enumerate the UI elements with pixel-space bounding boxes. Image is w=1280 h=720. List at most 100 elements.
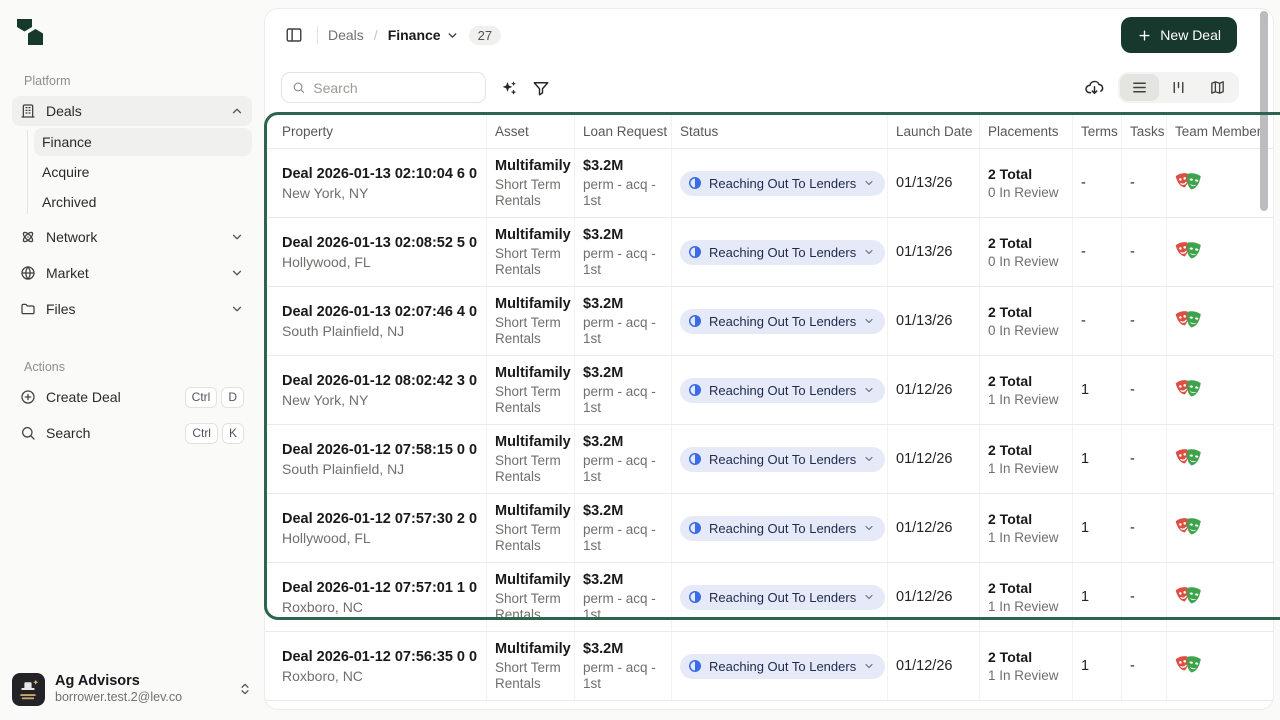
- sidebar-item-deals[interactable]: Deals: [12, 96, 252, 126]
- kanban-view-button[interactable]: [1159, 74, 1198, 101]
- search-box[interactable]: [281, 72, 486, 103]
- status-dropdown[interactable]: Reaching Out To Lenders: [680, 516, 885, 541]
- status-label: Reaching Out To Lenders: [709, 659, 856, 674]
- status-label: Reaching Out To Lenders: [709, 314, 856, 329]
- loan-terms: perm - acq - 1st: [583, 591, 663, 623]
- new-deal-button[interactable]: New Deal: [1121, 17, 1237, 53]
- status-label: Reaching Out To Lenders: [709, 590, 856, 605]
- asset-type: Multifamily: [495, 434, 566, 450]
- sidebar-item-network[interactable]: Network: [12, 222, 252, 252]
- asset-cell: Multifamily Short Term Rentals: [487, 494, 575, 562]
- placements-total: 2 Total: [988, 373, 1064, 389]
- theater-masks-icon: [1175, 516, 1202, 540]
- sidebar-item-label: Network: [46, 229, 97, 245]
- vertical-scrollbar-thumb[interactable]: [1260, 11, 1268, 211]
- status-dropdown[interactable]: Reaching Out To Lenders: [680, 171, 885, 196]
- cloud-download-icon[interactable]: [1085, 78, 1104, 97]
- sparkles-icon[interactable]: [500, 79, 518, 97]
- plus-icon: [1137, 28, 1152, 43]
- status-dropdown[interactable]: Reaching Out To Lenders: [680, 654, 885, 679]
- deal-name: Deal 2026-01-12 07:57:01 1 0: [282, 580, 478, 596]
- account-switcher[interactable]: Ag Advisors borrower.test.2@lev.co: [12, 672, 252, 706]
- search-icon: [20, 425, 36, 441]
- deal-location: Roxboro, NC: [282, 668, 478, 684]
- table-row[interactable]: Deal 2026-01-12 07:57:01 1 0 Roxboro, NC…: [265, 563, 1273, 632]
- launch-date: 01/12/26: [896, 589, 971, 605]
- loan-request-cell: $3.2M perm - acq - 1st: [575, 494, 672, 562]
- tasks-cell: -: [1122, 425, 1167, 493]
- chevron-down-icon: [230, 266, 244, 280]
- table-row[interactable]: Deal 2026-01-12 07:57:30 2 0 Hollywood, …: [265, 494, 1273, 563]
- tasks-cell: -: [1122, 356, 1167, 424]
- loan-terms: perm - acq - 1st: [583, 384, 663, 416]
- deal-location: New York, NY: [282, 185, 478, 201]
- map-view-button[interactable]: [1198, 74, 1237, 101]
- team-members-cell: [1167, 632, 1273, 700]
- sidebar-item-files[interactable]: Files: [12, 294, 252, 324]
- asset-subtype: Short Term Rentals: [495, 177, 566, 209]
- create-deal-action[interactable]: Create Deal Ctrl D: [12, 382, 252, 412]
- deal-name: Deal 2026-01-13 02:07:46 4 0: [282, 304, 478, 320]
- placements-cell: 2 Total 1 In Review: [980, 356, 1073, 424]
- placements-cell: 2 Total 0 In Review: [980, 149, 1073, 217]
- placements-in-review: 0 In Review: [988, 323, 1064, 338]
- status-dropdown[interactable]: Reaching Out To Lenders: [680, 585, 885, 610]
- column-header-loan-request: Loan Request: [575, 114, 672, 148]
- table-row[interactable]: Deal 2026-01-12 08:02:42 3 0 New York, N…: [265, 356, 1273, 425]
- sidebar-item-label: Acquire: [42, 164, 89, 180]
- kbd-ctrl: Ctrl: [185, 387, 218, 408]
- tasks-value: -: [1130, 175, 1158, 191]
- status-label: Reaching Out To Lenders: [709, 176, 856, 191]
- asset-type: Multifamily: [495, 572, 566, 588]
- placements-in-review: 1 In Review: [988, 668, 1064, 683]
- search-action[interactable]: Search Ctrl K: [12, 418, 252, 448]
- status-cell: Reaching Out To Lenders: [672, 494, 888, 562]
- sidebar-toggle-icon[interactable]: [281, 22, 307, 48]
- tasks-value: -: [1130, 313, 1158, 329]
- status-dropdown[interactable]: Reaching Out To Lenders: [680, 309, 885, 334]
- tasks-value: -: [1130, 451, 1158, 467]
- loan-amount: $3.2M: [583, 227, 663, 243]
- terms-cell: -: [1073, 287, 1122, 355]
- status-dropdown[interactable]: Reaching Out To Lenders: [680, 240, 885, 265]
- table-row[interactable]: Deal 2026-01-12 07:58:15 0 0 South Plain…: [265, 425, 1273, 494]
- column-header-property: Property: [265, 114, 487, 148]
- actions-section-label: Actions: [24, 360, 240, 374]
- theater-masks-icon: [1175, 447, 1202, 471]
- progress-circle-icon: [688, 659, 702, 673]
- status-dropdown[interactable]: Reaching Out To Lenders: [680, 378, 885, 403]
- table-row[interactable]: Deal 2026-01-13 02:07:46 4 0 South Plain…: [265, 287, 1273, 356]
- loan-terms: perm - acq - 1st: [583, 453, 663, 485]
- loan-amount: $3.2M: [583, 572, 663, 588]
- kbd-k: K: [222, 423, 244, 444]
- sidebar-item-finance[interactable]: Finance: [34, 128, 252, 156]
- filter-funnel-icon[interactable]: [532, 79, 550, 97]
- status-label: Reaching Out To Lenders: [709, 383, 856, 398]
- loan-amount: $3.2M: [583, 158, 663, 174]
- breadcrumb-finance-dropdown[interactable]: Finance: [388, 27, 459, 43]
- progress-circle-icon: [688, 176, 702, 190]
- placements-in-review: 0 In Review: [988, 185, 1064, 200]
- property-cell: Deal 2026-01-13 02:07:46 4 0 South Plain…: [265, 287, 487, 355]
- table-row[interactable]: Deal 2026-01-13 02:10:04 6 0 New York, N…: [265, 149, 1273, 218]
- sidebar-item-acquire[interactable]: Acquire: [34, 158, 252, 186]
- tasks-cell: -: [1122, 494, 1167, 562]
- sidebar-item-label: Market: [46, 265, 89, 281]
- deal-location: Roxboro, NC: [282, 599, 478, 615]
- toolbar: [265, 61, 1273, 114]
- shortcut-keys: Ctrl K: [185, 423, 244, 444]
- deal-location: New York, NY: [282, 392, 478, 408]
- status-dropdown[interactable]: Reaching Out To Lenders: [680, 447, 885, 472]
- sidebar-item-market[interactable]: Market: [12, 258, 252, 288]
- loan-request-cell: $3.2M perm - acq - 1st: [575, 149, 672, 217]
- breadcrumb-deals[interactable]: Deals: [328, 27, 364, 43]
- progress-circle-icon: [688, 314, 702, 328]
- table-row[interactable]: Deal 2026-01-12 07:56:35 0 0 Roxboro, NC…: [265, 632, 1273, 701]
- search-input[interactable]: [313, 80, 475, 96]
- sidebar-item-label: Archived: [42, 194, 96, 210]
- asset-type: Multifamily: [495, 296, 566, 312]
- status-cell: Reaching Out To Lenders: [672, 425, 888, 493]
- list-view-button[interactable]: [1120, 74, 1159, 101]
- table-row[interactable]: Deal 2026-01-13 02:08:52 5 0 Hollywood, …: [265, 218, 1273, 287]
- sidebar-item-archived[interactable]: Archived: [34, 188, 252, 216]
